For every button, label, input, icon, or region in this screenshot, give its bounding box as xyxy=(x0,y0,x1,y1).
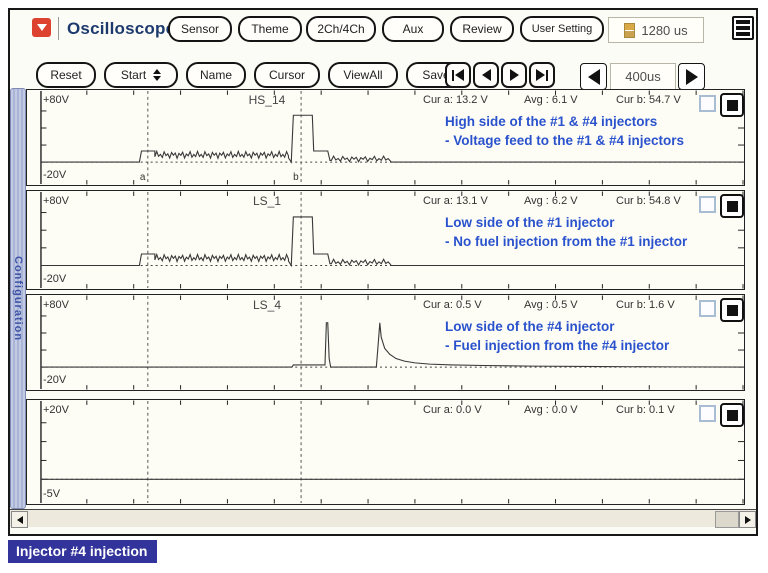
step-back-icon xyxy=(481,69,491,81)
hamburger-menu-icon[interactable] xyxy=(732,16,754,40)
channel-color-button[interactable] xyxy=(720,194,744,218)
channel-color-button[interactable] xyxy=(720,298,744,322)
vmin-label: -20V xyxy=(43,273,67,285)
avg-value: Avg : 0.5 V xyxy=(524,299,578,311)
cursor-a-value: Cur a: 13.2 V xyxy=(423,94,488,106)
red-dropdown-icon[interactable] xyxy=(32,18,51,37)
reset-button[interactable]: Reset xyxy=(36,62,96,88)
hourglass-icon xyxy=(624,22,636,38)
horizontal-scrollbar[interactable] xyxy=(10,509,756,528)
vmin-label: -20V xyxy=(43,169,67,181)
start-button-label: Start xyxy=(120,68,147,82)
start-button[interactable]: Start xyxy=(104,62,178,88)
channel-checkbox[interactable] xyxy=(699,95,716,112)
annotation: Low side of the #4 injector - Fuel injec… xyxy=(445,317,745,355)
decrease-timebase-icon xyxy=(587,68,600,85)
annotation-line2: - No fuel injection from the #1 injector xyxy=(445,234,688,249)
record-time-display: 1280 us xyxy=(608,17,704,43)
record-time-value: 1280 us xyxy=(641,22,688,38)
viewall-button[interactable]: ViewAll xyxy=(328,62,398,88)
app-title: Oscilloscope xyxy=(67,19,176,38)
cursor-a-value: Cur a: 0.5 V xyxy=(423,299,482,311)
skip-to-start-button[interactable] xyxy=(445,62,471,88)
svg-text:b: b xyxy=(293,172,299,183)
timebase-display: 400us xyxy=(610,63,676,90)
configuration-tab[interactable]: Configuration xyxy=(10,88,26,509)
cursor-b-value: Cur b: 1.6 V xyxy=(616,299,675,311)
step-forward-icon xyxy=(509,69,519,81)
channel-panel-4: +20V -5V Cur a: 0.0 V Avg : 0.0 V Cur b:… xyxy=(26,399,745,505)
cursor-b-value: Cur b: 0.1 V xyxy=(616,404,675,416)
channel-color-button[interactable] xyxy=(720,403,744,427)
annotation-line1: High side of the #1 & #4 injectors xyxy=(445,114,658,129)
theme-button[interactable]: Theme xyxy=(238,16,302,42)
channel-panel-3: +80V -20V LS_4 Cur a: 0.5 V Avg : 0.5 V … xyxy=(26,294,745,391)
channel-checkbox[interactable] xyxy=(699,196,716,213)
caption-label: Injector #4 injection xyxy=(8,540,158,563)
vmin-label: -5V xyxy=(43,488,61,500)
annotation-line2: - Voltage feed to the #1 & #4 injectors xyxy=(445,133,685,148)
increase-timebase-button[interactable] xyxy=(678,63,705,90)
name-button[interactable]: Name xyxy=(186,62,246,88)
vmax-label: +80V xyxy=(43,299,69,311)
svg-text:a: a xyxy=(140,172,146,183)
channel-panel-1: a b +80V -20V HS_14 Cur a: 13.2 V Avg : 6… xyxy=(26,89,745,186)
down-triangle-icon xyxy=(36,24,47,31)
annotation-line2: - Fuel injection from the #4 injector xyxy=(445,338,670,353)
avg-value: Avg : 0.0 V xyxy=(524,404,578,416)
cursor-a-value: Cur a: 0.0 V xyxy=(423,404,482,416)
sensor-button[interactable]: Sensor xyxy=(168,16,232,42)
review-button[interactable]: Review xyxy=(450,16,514,42)
channel-name: LS_4 xyxy=(252,298,282,312)
channel-checkbox[interactable] xyxy=(699,405,716,422)
channel-checkbox[interactable] xyxy=(699,300,716,317)
configuration-tab-label: Configuration xyxy=(12,255,24,342)
cursor-b-value: Cur b: 54.7 V xyxy=(616,94,681,106)
scroll-right-button[interactable] xyxy=(739,511,756,528)
spinner-icon[interactable] xyxy=(153,69,162,81)
user-setting-button[interactable]: User Setting xyxy=(520,16,604,42)
cursor-a-value: Cur a: 13.1 V xyxy=(423,195,488,207)
vmax-label: +20V xyxy=(43,404,69,416)
vmax-label: +80V xyxy=(43,195,69,207)
scroll-right-icon xyxy=(744,515,751,524)
scroll-left-button[interactable] xyxy=(11,511,28,528)
skip-to-start-icon xyxy=(455,69,464,81)
avg-value: Avg : 6.1 V xyxy=(524,94,578,106)
annotation: High side of the #1 & #4 injectors - Vol… xyxy=(445,112,745,150)
channel-name: HS_14 xyxy=(248,93,286,107)
channel-mode-button[interactable]: 2Ch/4Ch xyxy=(306,16,376,42)
step-back-button[interactable] xyxy=(473,62,499,88)
annotation-line1: Low side of the #1 injector xyxy=(445,215,615,230)
skip-to-end-button[interactable] xyxy=(529,62,555,88)
cursor-b-value: Cur b: 54.8 V xyxy=(616,195,681,207)
vmax-label: +80V xyxy=(43,94,69,106)
annotation-line1: Low side of the #4 injector xyxy=(445,319,615,334)
aux-button[interactable]: Aux xyxy=(382,16,444,42)
oscilloscope-app: Oscilloscope Sensor Theme 2Ch/4Ch Aux Re… xyxy=(0,0,768,573)
increase-timebase-icon xyxy=(685,68,698,85)
channel-name: LS_1 xyxy=(252,194,282,208)
annotation: Low side of the #1 injector - No fuel in… xyxy=(445,213,745,251)
scroll-left-icon xyxy=(16,515,23,524)
title-separator xyxy=(58,17,59,40)
channel-color-button[interactable] xyxy=(720,93,744,117)
cursor-button[interactable]: Cursor xyxy=(254,62,320,88)
app-window: Oscilloscope Sensor Theme 2Ch/4Ch Aux Re… xyxy=(8,8,758,536)
step-forward-button[interactable] xyxy=(501,62,527,88)
decrease-timebase-button[interactable] xyxy=(580,63,607,90)
skip-to-end-icon xyxy=(536,69,545,81)
scrollbar-thumb[interactable] xyxy=(715,511,739,528)
avg-value: Avg : 6.2 V xyxy=(524,195,578,207)
channel-panel-2: +80V -20V LS_1 Cur a: 13.1 V Avg : 6.2 V… xyxy=(26,190,745,290)
vmin-label: -20V xyxy=(43,374,67,386)
